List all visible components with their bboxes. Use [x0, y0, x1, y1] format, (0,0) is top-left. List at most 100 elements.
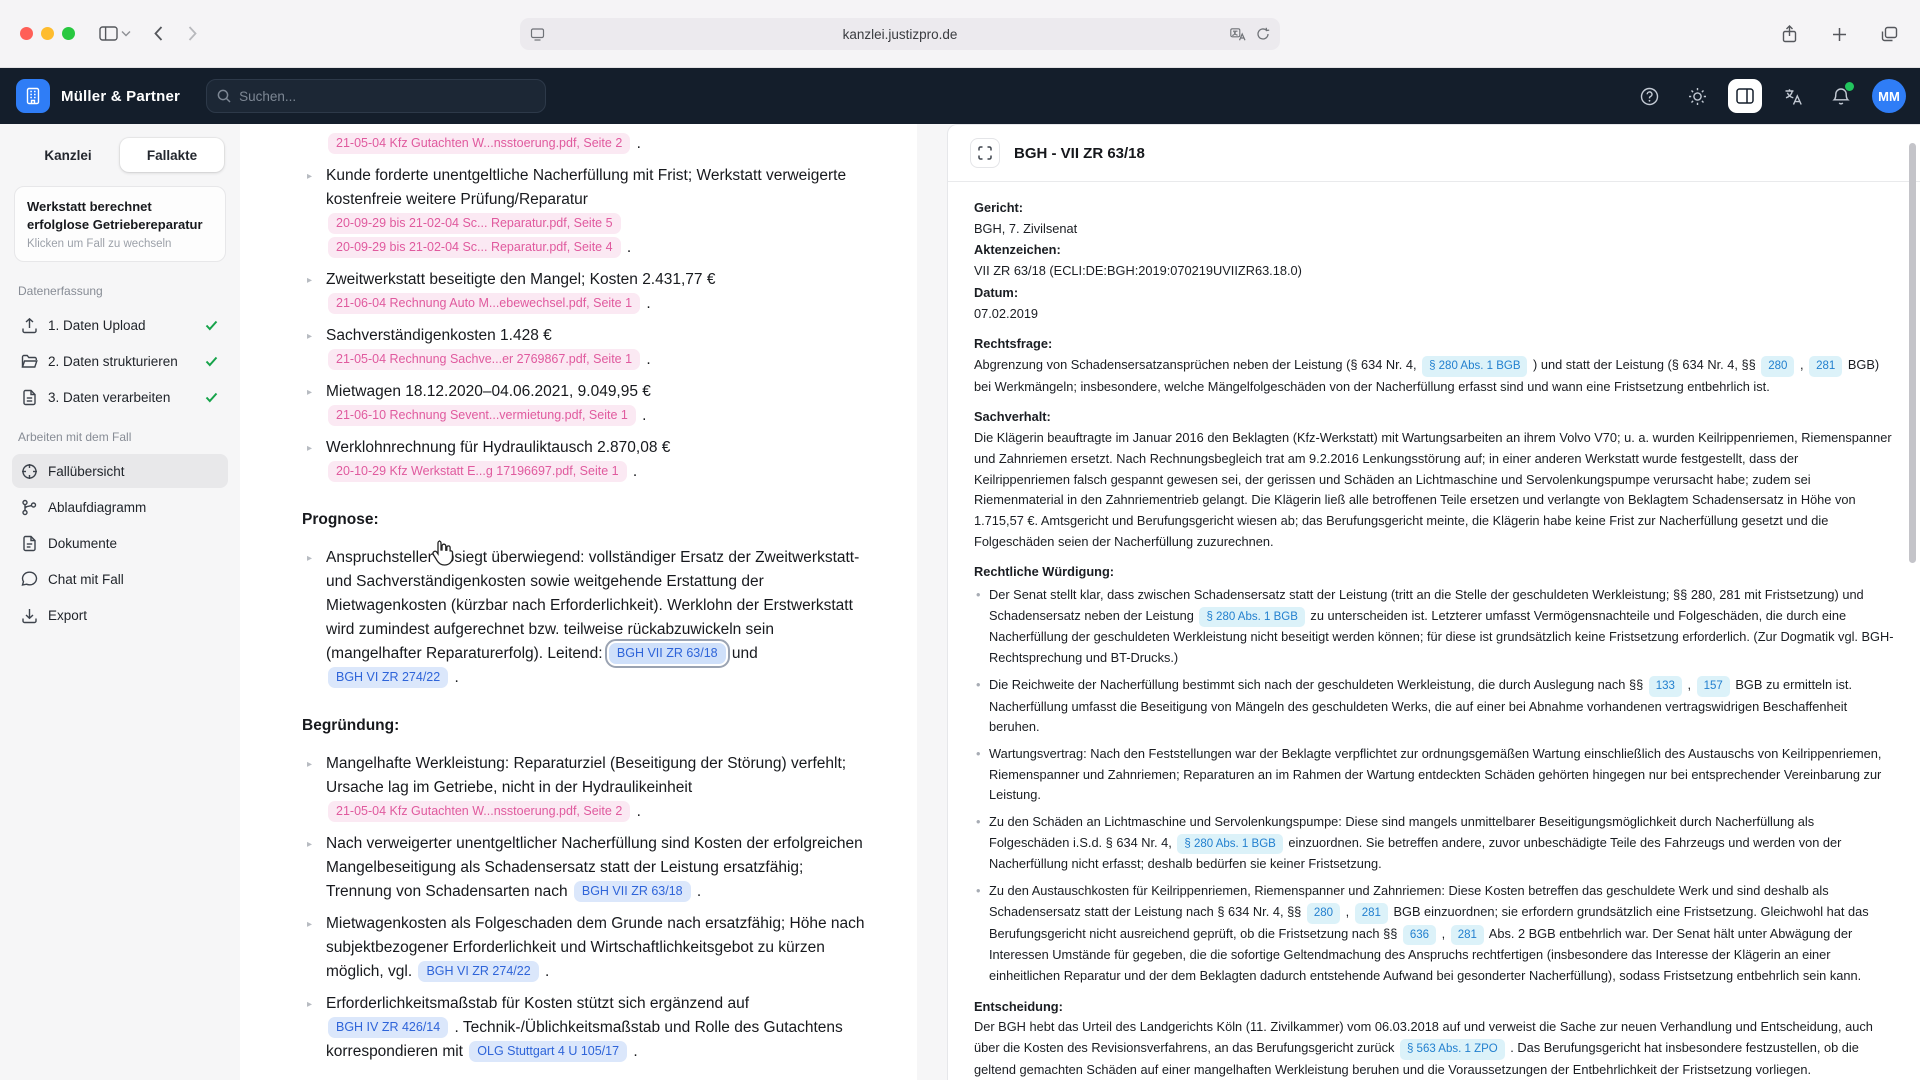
sidebar: Kanzlei Fallakte Werkstatt berechnet erf…	[0, 124, 240, 1080]
new-tab-icon[interactable]	[1824, 20, 1854, 48]
source-citation-chip[interactable]: 20-10-29 Kfz Werkstatt E...g 17196697.pd…	[328, 461, 627, 482]
help-icon[interactable]	[1632, 79, 1666, 113]
field-label: Sachverhalt:	[974, 407, 1894, 428]
app-header: Müller & Partner MM	[0, 68, 1920, 124]
doc-bullet: Mietwagenkosten als Folgeschaden dem Gru…	[326, 912, 869, 984]
tabs-overview-icon[interactable]	[1874, 20, 1904, 48]
global-search[interactable]	[206, 79, 546, 113]
legal-analysis-bullet: Der Senat stellt klar, dass zwischen Sch…	[974, 585, 1894, 669]
upload-icon	[20, 317, 38, 334]
sidebar-item-fallübersicht[interactable]: Fallübersicht	[12, 454, 228, 488]
case-citation-chip[interactable]: BGH IV ZR 426/14	[328, 1017, 448, 1038]
sidebar-item-label: Dokumente	[48, 536, 117, 551]
law-citation-chip[interactable]: § 280 Abs. 1 BGB	[1177, 834, 1282, 855]
sidebar-item-label: 2. Daten strukturieren	[48, 354, 178, 369]
sidebar-item-1-daten-upload[interactable]: 1. Daten Upload	[12, 308, 228, 342]
forward-icon[interactable]	[177, 20, 207, 48]
case-citation-chip[interactable]: BGH VII ZR 63/18	[609, 643, 726, 664]
sidebar-item-2-daten-strukturieren[interactable]: 2. Daten strukturieren	[12, 344, 228, 378]
maximize-window-icon[interactable]	[62, 27, 75, 40]
source-citation-chip[interactable]: 20-09-29 bis 21-02-04 Sc... Reparatur.pd…	[328, 213, 621, 234]
sidebar-item-chat-mit-fall[interactable]: Chat mit Fall	[12, 562, 228, 596]
law-citation-chip[interactable]: 281	[1355, 903, 1388, 924]
doc-source-line: 21-05-04 Kfz Gutachten W...nsstoerung.pd…	[326, 132, 869, 156]
close-window-icon[interactable]	[20, 27, 33, 40]
case-switcher-card[interactable]: Werkstatt berechnet erfolglose Getrieber…	[14, 186, 226, 262]
sidebar-item-dokumente[interactable]: Dokumente	[12, 526, 228, 560]
law-citation-chip[interactable]: § 280 Abs. 1 BGB	[1422, 356, 1527, 377]
search-icon	[217, 89, 231, 103]
law-citation-chip[interactable]: 133	[1649, 676, 1682, 697]
case-overview-document: 21-05-04 Kfz Gutachten W...nsstoerung.pd…	[240, 124, 917, 1080]
sidebar-toggle-icon[interactable]	[93, 20, 123, 48]
minimize-window-icon[interactable]	[41, 27, 54, 40]
case-citation-chip[interactable]: BGH VI ZR 274/22	[328, 667, 448, 688]
field-value: Abgrenzung von Schadensersatzansprüchen …	[974, 355, 1894, 397]
source-citation-chip[interactable]: 21-05-04 Rechnung Sachve...er 2769867.pd…	[328, 349, 640, 370]
check-icon	[205, 356, 218, 367]
field-value: 07.02.2019	[974, 304, 1894, 325]
law-citation-chip[interactable]: 636	[1403, 925, 1436, 946]
doc-bullet: Mietwagen 18.12.2020–04.06.2021, 9.049,9…	[326, 380, 869, 428]
scrollbar-thumb[interactable]	[1909, 143, 1916, 563]
law-citation-chip[interactable]: 281	[1809, 356, 1842, 377]
nav-section-label: Datenerfassung	[18, 284, 222, 298]
traffic-lights[interactable]	[20, 27, 75, 40]
citation-field: Datum:07.02.2019	[974, 283, 1894, 324]
field-label: Entscheidung:	[974, 997, 1894, 1018]
citation-detail-panel: BGH - VII ZR 63/18 Gericht:BGH, 7. Zivil…	[947, 124, 1920, 1080]
doc-bullet: Sachverständigenkosten 1.428 € 21-05-04 …	[326, 324, 869, 372]
workspace-tabs: Kanzlei Fallakte	[16, 138, 224, 172]
reload-icon[interactable]	[1256, 27, 1270, 41]
citation-field: Entscheidung:Der BGH hebt das Urteil des…	[974, 997, 1894, 1080]
doc-bullet: Werklohnrechnung für Hydrauliktausch 2.8…	[326, 436, 869, 484]
tab-kanzlei[interactable]: Kanzlei	[16, 138, 120, 172]
theme-icon[interactable]	[1680, 79, 1714, 113]
sidebar-item-export[interactable]: Export	[12, 598, 228, 632]
translate-icon[interactable]	[1776, 79, 1810, 113]
law-citation-chip[interactable]: 280	[1307, 903, 1340, 924]
field-value: Die Klägerin beauftragte im Januar 2016 …	[974, 428, 1894, 552]
back-icon[interactable]	[143, 20, 173, 48]
citation-field: Gericht:BGH, 7. Zivilsenat	[974, 198, 1894, 239]
case-citation-chip[interactable]: OLG Stuttgart 4 U 105/17	[469, 1041, 627, 1062]
sidebar-item-label: Fallübersicht	[48, 464, 125, 479]
chevron-down-icon[interactable]	[121, 30, 131, 37]
search-input[interactable]	[239, 89, 535, 104]
case-overview-icon	[20, 463, 38, 480]
side-panel-icon[interactable]	[1728, 79, 1762, 113]
doc-bullet: Anspruchsteller obsiegt überwiegend: vol…	[326, 546, 869, 690]
doc-bullet: Zweitwerkstatt beseitigte den Mangel; Ko…	[326, 268, 869, 316]
check-icon	[205, 392, 218, 403]
citation-field: Rechtsfrage:Abgrenzung von Schadensersat…	[974, 334, 1894, 397]
law-citation-chip[interactable]: § 280 Abs. 1 BGB	[1199, 607, 1304, 628]
app-logo[interactable]	[16, 79, 50, 113]
avatar[interactable]: MM	[1872, 79, 1906, 113]
page-icon[interactable]	[530, 28, 545, 41]
translate-icon[interactable]	[1230, 28, 1246, 41]
case-citation-chip[interactable]: BGH VI ZR 274/22	[418, 961, 538, 982]
source-citation-chip[interactable]: 21-05-04 Kfz Gutachten W...nsstoerung.pd…	[328, 133, 630, 154]
field-value: VII ZR 63/18 (ECLI:DE:BGH:2019:070219UVI…	[974, 261, 1894, 282]
law-citation-chip[interactable]: § 563 Abs. 1 ZPO	[1400, 1039, 1505, 1060]
law-citation-chip[interactable]: 280	[1761, 356, 1794, 377]
sidebar-item-ablaufdiagramm[interactable]: Ablaufdiagramm	[12, 490, 228, 524]
source-citation-chip[interactable]: 21-06-04 Rechnung Auto M...ebewechsel.pd…	[328, 293, 640, 314]
expand-icon[interactable]	[970, 138, 1000, 168]
url-bar[interactable]: kanzlei.justizpro.de	[520, 18, 1280, 50]
source-citation-chip[interactable]: 21-06-10 Rechnung Sevent...vermietung.pd…	[328, 405, 636, 426]
field-label: Datum:	[974, 283, 1894, 304]
sidebar-item-label: 1. Daten Upload	[48, 318, 146, 333]
sidebar-item-3-daten-verarbeiten[interactable]: 3. Daten verarbeiten	[12, 380, 228, 414]
doc-bullet: Erforderlichkeitsmaßstab für Kosten stüt…	[326, 992, 869, 1064]
legal-analysis-bullet: Zu den Schäden an Lichtmaschine und Serv…	[974, 812, 1894, 875]
doc-heading: Prognose:	[302, 508, 869, 532]
source-citation-chip[interactable]: 20-09-29 bis 21-02-04 Sc... Reparatur.pd…	[328, 237, 621, 258]
share-icon[interactable]	[1774, 20, 1804, 48]
case-citation-chip[interactable]: BGH VII ZR 63/18	[574, 881, 691, 902]
tab-fallakte[interactable]: Fallakte	[120, 138, 224, 172]
law-citation-chip[interactable]: 157	[1697, 676, 1730, 697]
citation-field: Sachverhalt:Die Klägerin beauftragte im …	[974, 407, 1894, 552]
law-citation-chip[interactable]: 281	[1451, 925, 1484, 946]
source-citation-chip[interactable]: 21-05-04 Kfz Gutachten W...nsstoerung.pd…	[328, 801, 630, 822]
